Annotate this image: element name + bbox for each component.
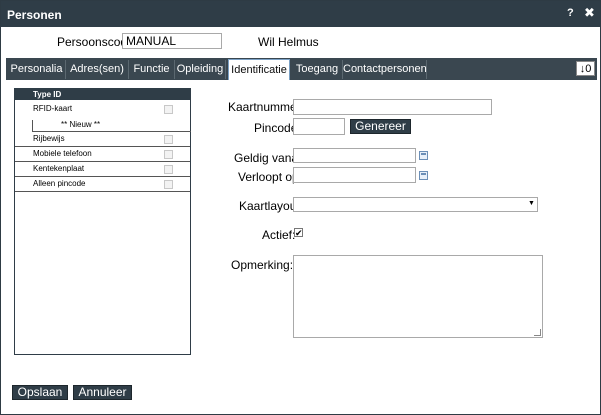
close-icon[interactable]: ✖ — [584, 5, 595, 21]
type-row-label: RFID-kaart — [33, 104, 73, 113]
opmerking-label: Opmerking: — [231, 258, 294, 272]
calendar-icon[interactable] — [419, 151, 428, 160]
type-row-label: Rijbewijs — [33, 134, 65, 143]
type-id-list: Type ID RFID-kaart ** Nieuw ** Rijbewijs… — [14, 88, 191, 355]
type-row-label: Mobiele telefoon — [33, 149, 92, 158]
calendar-icon[interactable] — [419, 171, 428, 180]
type-row-checkbox[interactable] — [164, 165, 173, 174]
tab-toegang[interactable]: Toegang — [292, 60, 343, 79]
type-row-mobiele-telefoon[interactable]: Mobiele telefoon — [15, 148, 190, 162]
tab-adressen[interactable]: Adres(sen) — [66, 60, 129, 79]
type-row-rfid[interactable]: RFID-kaart — [15, 103, 190, 117]
type-id-header: Type ID — [15, 89, 190, 100]
tab-count-badge[interactable]: ↓0 — [576, 61, 595, 76]
new-card-row[interactable]: ** Nieuw ** — [32, 120, 191, 132]
tab-personalia[interactable]: Personalia — [8, 60, 66, 79]
dialog-title: Personen — [7, 8, 62, 22]
verloopt-op-input[interactable] — [293, 167, 416, 183]
type-row-checkbox[interactable] — [164, 180, 173, 189]
tab-bar: Personalia Adres(sen) Functie Opleiding … — [6, 58, 597, 80]
persoonscode-input[interactable] — [122, 33, 222, 49]
geldig-vanaf-input[interactable] — [293, 148, 416, 163]
tab-opleiding[interactable]: Opleiding — [175, 60, 226, 79]
genereer-button[interactable]: Genereer — [350, 119, 411, 134]
kaartlayout-select[interactable] — [293, 197, 538, 212]
type-row-checkbox[interactable] — [164, 105, 173, 114]
person-name: Wil Helmus — [258, 35, 319, 49]
save-button[interactable]: Opslaan — [12, 385, 68, 400]
type-row-label: Kentekenplaat — [33, 164, 85, 173]
tab-contactpersonen[interactable]: Contactpersonen — [343, 60, 427, 79]
help-icon[interactable]: ? — [567, 7, 574, 19]
resize-handle-icon[interactable] — [534, 329, 541, 336]
type-row-label: Alleen pincode — [33, 179, 86, 188]
actief-checkbox[interactable]: ✔ — [294, 228, 303, 238]
type-row-alleen-pincode[interactable]: Alleen pincode — [15, 178, 190, 192]
cancel-button[interactable]: Annuleer — [73, 385, 132, 400]
opmerking-textarea[interactable] — [293, 255, 543, 338]
type-row-rijbewijs[interactable]: Rijbewijs — [15, 133, 190, 147]
type-row-kentekenplaat[interactable]: Kentekenplaat — [15, 163, 190, 177]
tab-functie[interactable]: Functie — [129, 60, 175, 79]
tab-identificatie[interactable]: Identificatie — [228, 59, 290, 80]
title-bar: Personen ? ✖ — [1, 1, 600, 27]
kaartnummer-input[interactable] — [293, 99, 492, 115]
type-row-checkbox[interactable] — [164, 135, 173, 144]
pincode-input[interactable] — [293, 118, 345, 135]
type-row-checkbox[interactable] — [164, 150, 173, 159]
actief-label: Actief: — [262, 228, 296, 242]
personen-dialog: Personen ? ✖ Persoonscode: Wil Helmus Pe… — [0, 0, 601, 415]
chevron-down-icon[interactable]: ▼ — [528, 200, 535, 207]
